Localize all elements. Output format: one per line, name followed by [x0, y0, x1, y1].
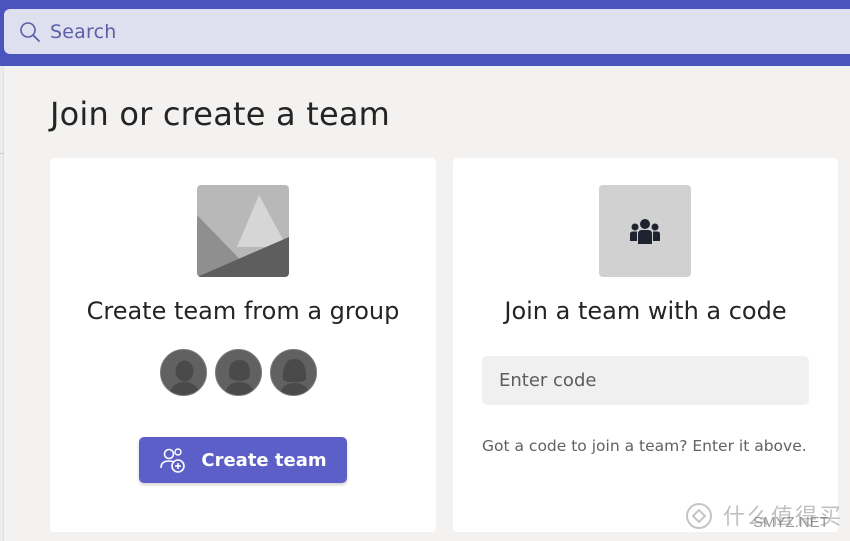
- join-with-code-card: Join a team with a code Got a code to jo…: [453, 158, 838, 532]
- people-team-icon: [599, 185, 691, 277]
- team-code-input[interactable]: [482, 356, 809, 405]
- person-avatar-icon: [160, 349, 207, 396]
- top-bar: Search: [0, 0, 850, 66]
- search-placeholder: Search: [50, 20, 117, 43]
- join-code-hint: Got a code to join a team? Enter it abov…: [482, 437, 807, 455]
- page-title: Join or create a team: [50, 95, 391, 133]
- create-card-title: Create team from a group: [86, 297, 400, 325]
- person-avatar-icon: [215, 349, 262, 396]
- person-avatar-icon: [270, 349, 317, 396]
- left-rail-divider: [0, 153, 4, 154]
- create-team-button[interactable]: Create team: [139, 437, 347, 483]
- search-icon: [19, 21, 41, 43]
- watermark-en: SMYZ.NET: [753, 514, 829, 531]
- create-team-label: Create team: [201, 449, 327, 471]
- site-watermark: 什么值得买 SMYZ.NET: [683, 498, 843, 538]
- create-from-group-card: Create team from a group Create team: [50, 158, 436, 532]
- image-placeholder-icon: [197, 185, 289, 277]
- search-box[interactable]: Search: [4, 9, 850, 54]
- group-avatars: [160, 349, 318, 397]
- join-card-title: Join a team with a code: [504, 297, 787, 325]
- watermark-logo-icon: [686, 503, 712, 529]
- people-add-icon: [159, 446, 187, 474]
- left-rail: [0, 66, 4, 541]
